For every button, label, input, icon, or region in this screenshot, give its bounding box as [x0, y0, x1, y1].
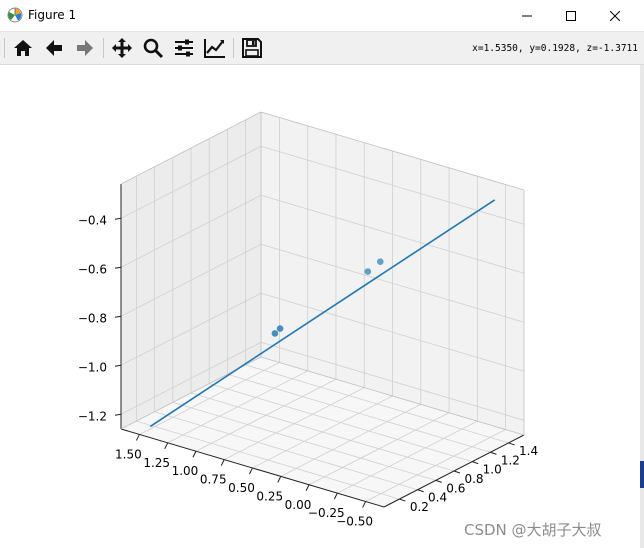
- y-tick-label: 0.8: [464, 472, 483, 486]
- y-tick: [417, 489, 424, 493]
- x-tick-label: 0.50: [228, 481, 255, 495]
- edit-axis-button[interactable]: [202, 36, 228, 60]
- z-tick-label: −1.0: [78, 360, 107, 374]
- title-bar: Figure 1: [0, 0, 644, 32]
- x-tick: [135, 434, 140, 441]
- maximize-icon: [566, 10, 576, 21]
- y-tick: [472, 461, 479, 465]
- cursor-coordinates-readout: x=1.5350, y=0.1928, z=-1.3711: [472, 43, 638, 54]
- y-tick-label: 1.2: [501, 453, 520, 467]
- y-tick: [453, 470, 461, 474]
- home-button[interactable]: [10, 36, 36, 60]
- axes-panes: [121, 112, 524, 507]
- x-tick: [333, 492, 338, 500]
- minimize-button[interactable]: [504, 0, 550, 31]
- z-tick: [114, 413, 122, 416]
- toolbar-separator: [103, 38, 104, 58]
- z-tick-label: −0.4: [78, 213, 107, 227]
- back-button[interactable]: [41, 36, 67, 60]
- scatter-point: [377, 258, 384, 265]
- z-tick-label: −0.8: [78, 311, 107, 325]
- forward-button[interactable]: [72, 36, 98, 60]
- x-tick: [305, 484, 310, 491]
- y-tick: [508, 442, 515, 446]
- save-button[interactable]: [239, 36, 265, 60]
- x-tick-label: −0.50: [336, 515, 373, 529]
- close-icon: [610, 10, 620, 21]
- z-tick-label: −0.6: [78, 262, 107, 276]
- 3d-axes[interactable]: 1.501.251.000.750.500.250.00−0.25−0.50 0…: [0, 65, 640, 548]
- scatter-point: [271, 330, 279, 337]
- x-tick-label: 1.25: [143, 456, 170, 470]
- pan-icon: [112, 38, 132, 58]
- toolbar-grip: [4, 38, 5, 58]
- z-tick: [114, 364, 122, 367]
- x-tick: [249, 467, 253, 475]
- x-tick: [277, 476, 282, 483]
- y-tick-label: 0.6: [446, 481, 465, 495]
- z-tick: [114, 266, 122, 269]
- zoom-button[interactable]: [140, 36, 166, 60]
- configure-subplots-icon: [175, 39, 193, 57]
- navigation-toolbar: x=1.5350, y=0.1928, z=-1.3711: [0, 32, 644, 65]
- home-icon: [14, 40, 32, 56]
- forward-icon: [77, 40, 93, 56]
- x-tick-label: 1.00: [172, 464, 199, 478]
- scatter-point: [276, 325, 284, 332]
- close-button[interactable]: [592, 0, 638, 31]
- x-tick-label: 1.50: [115, 447, 142, 461]
- y-tick-label: 1.4: [519, 444, 538, 458]
- y-tick: [399, 498, 406, 502]
- z-tick: [114, 315, 122, 318]
- z-tick-label: −1.2: [78, 409, 107, 423]
- back-icon: [46, 40, 62, 56]
- maximize-button[interactable]: [548, 0, 594, 31]
- z-tick-labels: −1.2 −1.0 −0.8 −0.6 −0.4: [78, 213, 107, 423]
- x-tick: [362, 501, 367, 508]
- y-tick-label: 0.4: [428, 491, 447, 505]
- y-tick: [435, 479, 442, 483]
- background-window-accent: [640, 461, 644, 488]
- x-tick-label: 0.25: [256, 489, 283, 503]
- save-icon: [242, 38, 262, 58]
- x-tick: [220, 459, 225, 466]
- zoom-icon: [143, 38, 164, 59]
- toolbar-separator: [233, 38, 234, 58]
- scatter-point: [364, 268, 372, 275]
- csdn-watermark: CSDN @大胡子大叔: [464, 521, 602, 539]
- matplotlib-app-icon: [7, 7, 23, 23]
- x-tick-label: 0.75: [200, 473, 227, 487]
- x-tick: [164, 442, 169, 450]
- edit-axis-icon: [204, 39, 225, 58]
- y-tick: [490, 451, 497, 455]
- x-tick: [192, 451, 197, 458]
- pan-button[interactable]: [109, 36, 135, 60]
- figure-canvas[interactable]: 1.50 1.25 1.00 0.75 0.50 0.25 0.00 −0.25 −0.50 0…: [0, 65, 640, 548]
- minimize-icon: [522, 15, 532, 16]
- y-tick-label: 1.0: [483, 463, 502, 477]
- z-tick: [114, 217, 122, 220]
- y-tick-label: 0.2: [410, 500, 429, 514]
- configure-subplots-button[interactable]: [171, 36, 197, 60]
- window-title: Figure 1: [28, 8, 77, 22]
